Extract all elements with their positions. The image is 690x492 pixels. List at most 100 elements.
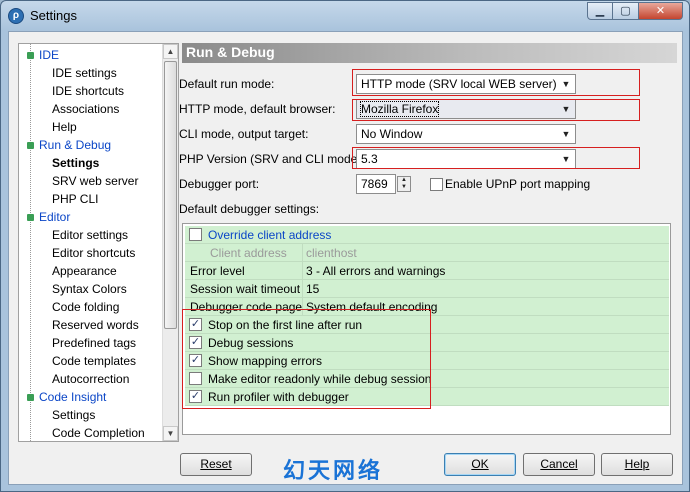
grid-row-name: Error level [190, 264, 245, 278]
highlight-box [352, 99, 640, 121]
panel-header: Run & Debug [182, 43, 677, 63]
tree-item-label: Help [52, 120, 77, 134]
maximize-icon: ▢ [620, 5, 631, 17]
cancel-label: Cancel [540, 457, 578, 471]
maximize-button[interactable]: ▢ [613, 2, 639, 20]
cancel-button[interactable]: Cancel [523, 453, 595, 476]
override-row[interactable]: Override client address [185, 226, 669, 244]
tree-item[interactable]: Syntax Colors [19, 280, 127, 298]
browser-label: HTTP mode, default browser: [179, 102, 336, 116]
tree-item-label: SRV web server [52, 174, 139, 188]
tree-item-label: Code Insight [39, 390, 107, 404]
window-title: Settings [30, 8, 77, 23]
title-bar[interactable]: ρ Settings ▁ ▢ ✕ [1, 1, 689, 31]
close-button[interactable]: ✕ [639, 2, 683, 20]
debugger-settings-label: Default debugger settings: [179, 202, 320, 216]
watermark: 幻天网络 [283, 459, 384, 484]
grid-row[interactable]: Client address clienthost [185, 244, 669, 262]
tree-item-label: Code folding [52, 300, 120, 314]
tree-group[interactable]: Editor [19, 208, 70, 226]
upnp-checkbox[interactable] [430, 178, 443, 191]
tree-item-label: Code templates [52, 354, 137, 368]
grid-divider [302, 262, 303, 280]
scroll-up-icon[interactable]: ▲ [163, 44, 178, 59]
ok-button[interactable]: OK [444, 453, 516, 476]
tree-item[interactable]: Editor settings [19, 226, 128, 244]
debugger-port-label: Debugger port: [179, 177, 260, 191]
minimize-button[interactable]: ▁ [587, 2, 613, 20]
tree-group[interactable]: Code Insight [19, 388, 106, 406]
tree-item-label: Editor [39, 210, 71, 224]
cli-target-value: No Window [361, 127, 423, 141]
php-version-label: PHP Version (SRV and CLI modes): [179, 152, 371, 166]
grid-divider [302, 244, 303, 262]
debugger-port-input[interactable]: 7869 [356, 174, 396, 194]
tree-item[interactable]: Autocorrection [19, 370, 129, 388]
settings-tree[interactable]: ▲ ▼ IDE IDE settings IDE shortcuts Associat… [18, 43, 179, 442]
tree-item-label: Reserved words [52, 318, 139, 332]
chevron-down-icon: ▼ [561, 129, 571, 139]
grid-row-value: 15 [306, 282, 320, 296]
grid-row-value: clienthost [306, 246, 357, 260]
tree-group[interactable]: IDE [19, 46, 59, 64]
tree-item[interactable]: Help [19, 118, 77, 136]
close-icon: ✕ [655, 5, 666, 17]
highlight-box [182, 309, 431, 409]
tree-item-label: Code Completion [52, 426, 145, 440]
tree-scrollbar[interactable]: ▲ ▼ [162, 44, 178, 441]
upnp-label: Enable UPnP port mapping [445, 177, 591, 191]
override-checkbox[interactable] [189, 228, 202, 241]
tree-item[interactable]: Associations [19, 100, 119, 118]
tree-item-label: Settings [52, 408, 96, 422]
tree-item-label: Editor shortcuts [52, 246, 136, 260]
settings-window: ρ Settings ▁ ▢ ✕ ▲ ▼ IDE IDE settings IDE … [0, 0, 690, 492]
window-controls: ▁ ▢ ✕ [587, 2, 683, 20]
scroll-thumb[interactable] [164, 61, 177, 329]
grid-row[interactable]: Error level 3 - All errors and warnings [185, 262, 669, 280]
scroll-down-icon[interactable]: ▼ [163, 426, 178, 441]
port-spinner[interactable]: ▲ ▼ [397, 176, 411, 192]
tree-item[interactable]: IDE shortcuts [19, 82, 124, 100]
cli-target-select[interactable]: No Window ▼ [356, 124, 576, 144]
reset-button[interactable]: Reset [180, 453, 252, 476]
tree-item[interactable]: Editor shortcuts [19, 244, 135, 262]
grid-divider [302, 280, 303, 298]
tree-item-label: IDE [39, 48, 60, 62]
tree-item[interactable]: Settings [19, 154, 100, 172]
spin-up-icon[interactable]: ▲ [398, 177, 410, 184]
panel-title: Run & Debug [186, 44, 275, 60]
tree-item[interactable]: Appearance [19, 262, 117, 280]
tree-item[interactable]: Predefined tags [19, 334, 136, 352]
grid-row-name: Session wait timeout [190, 282, 301, 296]
reset-label: Reset [200, 457, 232, 471]
grid-row[interactable]: Session wait timeout 15 [185, 280, 669, 298]
tree-item[interactable]: Code templates [19, 352, 136, 370]
tree-item-label: Syntax Colors [52, 282, 127, 296]
tree-item[interactable]: Code Completion [19, 424, 145, 441]
dialog-client: ▲ ▼ IDE IDE settings IDE shortcuts Associat… [8, 31, 683, 485]
grid-row-value: 3 - All errors and warnings [306, 264, 446, 278]
tree-item[interactable]: PHP CLI [19, 190, 98, 208]
tree-item[interactable]: IDE settings [19, 64, 117, 82]
tree-item-label: PHP CLI [52, 192, 99, 206]
tree-node-icon [27, 214, 34, 221]
tree-item[interactable]: Settings [19, 406, 95, 424]
tree-item-label: IDE settings [52, 66, 117, 80]
tree-node-icon [27, 142, 34, 149]
tree-item[interactable]: Reserved words [19, 316, 139, 334]
tree-item-label: Associations [52, 102, 120, 116]
tree-node-icon [27, 394, 34, 401]
tree-item-label: Settings [52, 156, 100, 170]
grid-row-name: Client address [210, 246, 287, 260]
highlight-box [352, 147, 640, 169]
help-button[interactable]: Help [601, 453, 673, 476]
ok-label: OK [471, 457, 489, 471]
tree-item[interactable]: SRV web server [19, 172, 138, 190]
spin-down-icon[interactable]: ▼ [398, 184, 410, 191]
tree-item[interactable]: Code folding [19, 298, 119, 316]
highlight-box [352, 69, 640, 96]
run-mode-label: Default run mode: [179, 77, 275, 91]
help-label: Help [624, 457, 650, 471]
tree-group[interactable]: Run & Debug [19, 136, 111, 154]
override-label: Override client address [208, 228, 332, 242]
